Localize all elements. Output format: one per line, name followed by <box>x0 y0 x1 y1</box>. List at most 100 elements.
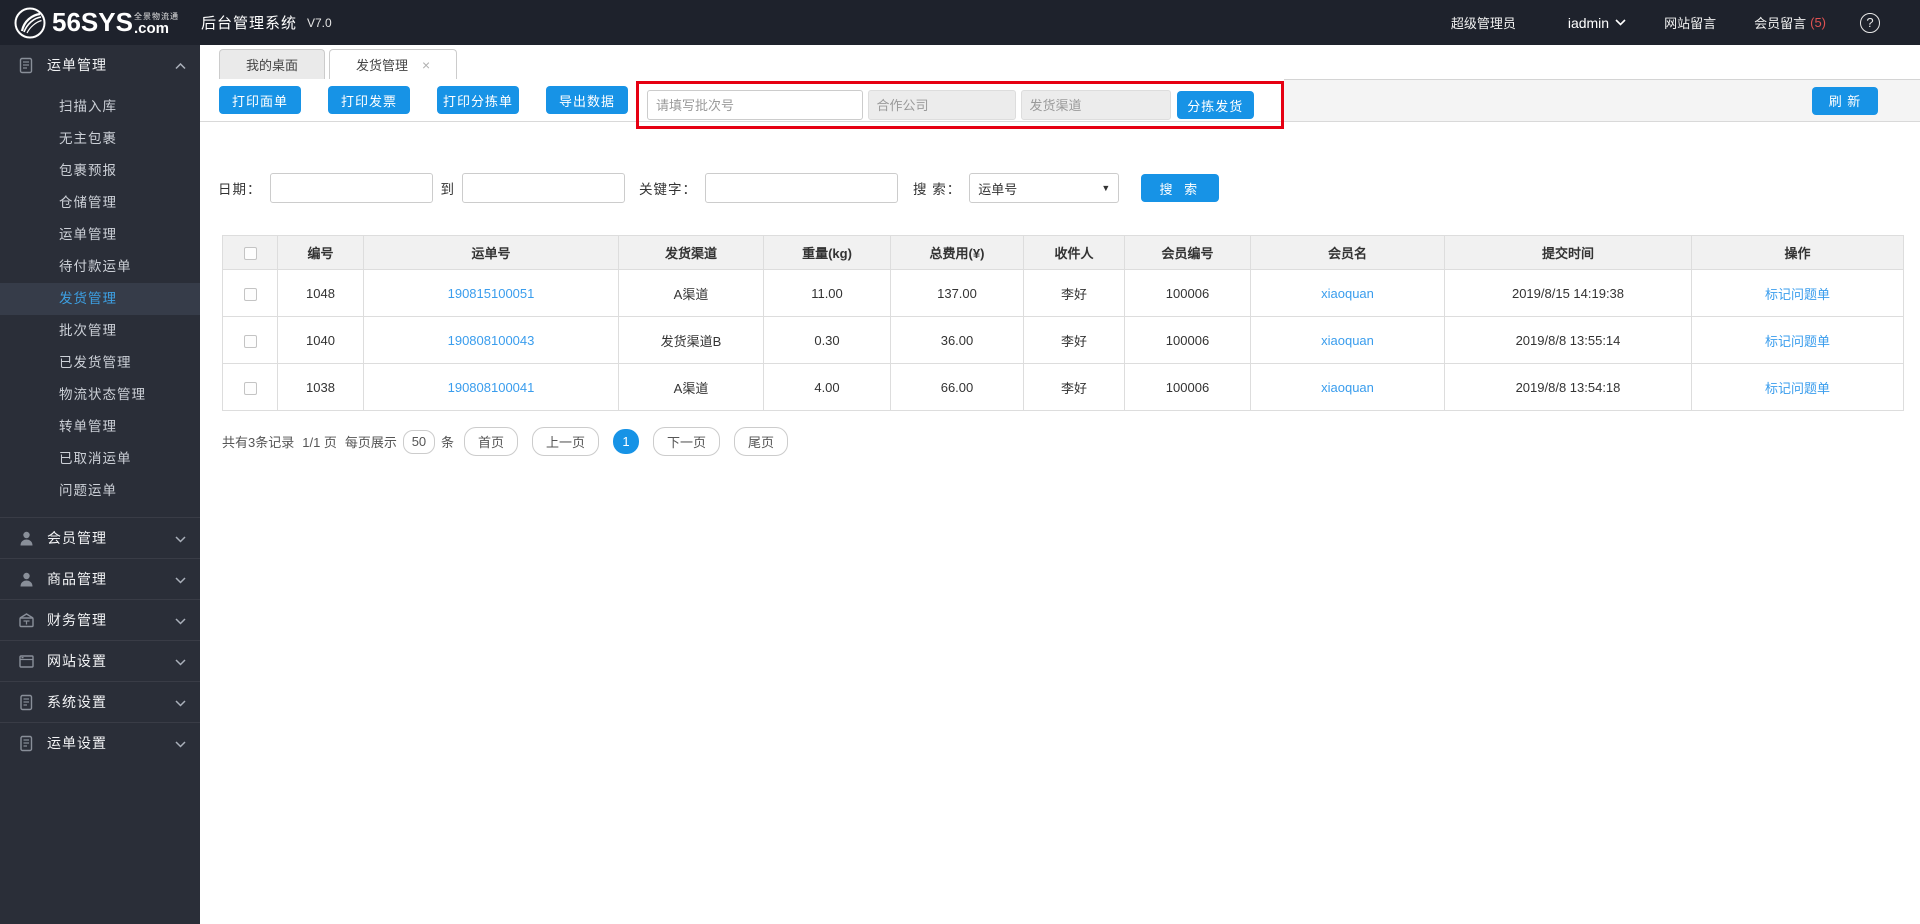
row-checkbox[interactable] <box>243 334 257 348</box>
sidebar-section-label: 运单设置 <box>47 735 107 751</box>
sidebar-section-1: 会员管理 <box>0 517 200 558</box>
sidebar-item-0-4[interactable]: 运单管理 <box>0 219 200 251</box>
next-page-button[interactable]: 下一页 <box>652 427 720 456</box>
sidebar-item-0-1[interactable]: 无主包裹 <box>0 123 200 155</box>
logo-text: 56SYS <box>52 7 133 37</box>
waybill-doc-icon <box>18 57 35 74</box>
sidebar-item-0-5[interactable]: 待付款运单 <box>0 251 200 283</box>
mark-problem-link[interactable]: 标记问题单 <box>1765 381 1830 396</box>
column-header-2: 发货渠道 <box>618 235 764 270</box>
toolbar-button-0[interactable]: 打印面单 <box>219 86 301 114</box>
search-type-select[interactable]: 运单号 ▼ <box>969 173 1120 203</box>
keyword-label: 关键字： <box>639 182 697 197</box>
sort-ship-button[interactable]: 分拣发货 <box>1176 91 1254 119</box>
table-row: 1040 190808100043 发货渠道B 0.30 36.00 李好 100006 xi… <box>222 316 1904 364</box>
column-header-6: 会员编号 <box>1124 235 1251 270</box>
row-checkbox[interactable] <box>243 287 257 301</box>
browser-icon <box>18 653 35 670</box>
doc-icon <box>18 735 35 752</box>
sidebar-section-header-1[interactable]: 会员管理 <box>0 518 200 558</box>
waybill-link[interactable]: 190808100041 <box>448 380 535 395</box>
current-page-button[interactable]: 1 <box>612 429 639 454</box>
partner-company-input[interactable] <box>867 90 1016 120</box>
filter-row: 日期： 到 关键字： 搜 索： 运单号 ▼ 搜 索 <box>218 173 1920 203</box>
per-page-unit: 条 <box>440 435 454 450</box>
sidebar-item-0-11[interactable]: 已取消运单 <box>0 443 200 475</box>
finance-icon <box>18 612 35 629</box>
logo-domain-suffix: .com <box>133 20 169 37</box>
sidebar-item-0-3[interactable]: 仓储管理 <box>0 187 200 219</box>
topbar-nav-item-0[interactable]: 网站留言 <box>1664 13 1716 32</box>
topbar-nav-item-1[interactable]: 会员留言 (5) <box>1754 13 1826 32</box>
doc-icon <box>18 694 35 711</box>
user-menu[interactable]: iadmin <box>1554 15 1626 31</box>
sidebar-section-label: 网站设置 <box>47 653 107 669</box>
tab-0[interactable]: 我的桌面 <box>219 49 326 79</box>
sidebar-section-label: 系统设置 <box>47 694 107 710</box>
sidebar-section-label: 运单管理 <box>47 57 107 73</box>
pagination-bar: 共有3条记录 1/1 页 每页展示 50 条 首页 上一页 1 下一页 尾页 <box>222 427 1920 456</box>
cell-member: xiaoquan <box>1250 316 1445 364</box>
sidebar-item-0-7[interactable]: 批次管理 <box>0 315 200 347</box>
toolbar-button-1[interactable]: 打印发票 <box>328 86 410 114</box>
help-icon[interactable]: ? <box>1860 12 1880 33</box>
date-to-input[interactable] <box>462 173 625 203</box>
date-from-input[interactable] <box>269 173 433 203</box>
toolbar-button-3[interactable]: 导出数据 <box>546 86 628 114</box>
top-header-bar: 56SYS 全景物流通 .com 后台管理系统 V7.0 超级管理员 iadmi… <box>0 0 1920 45</box>
cell-id: 1038 <box>277 363 364 411</box>
first-page-button[interactable]: 首页 <box>463 427 518 456</box>
select-all-checkbox[interactable] <box>243 247 257 261</box>
member-link[interactable]: xiaoquan <box>1321 380 1374 395</box>
sidebar-item-0-2[interactable]: 包裹预报 <box>0 155 200 187</box>
search-type-value: 运单号 <box>978 181 1018 197</box>
waybill-table: 编号 运单号 发货渠道 重量(kg) 总费用(¥) 收件人 会员编号 会员名 提交时间 操作 10… <box>222 235 1904 411</box>
page-info: 1/1 页 <box>302 435 337 450</box>
waybill-link[interactable]: 190815100051 <box>448 286 535 301</box>
sidebar-item-0-0[interactable]: 扫描入库 <box>0 91 200 123</box>
sidebar-section-header-0[interactable]: 运单管理 <box>0 45 200 85</box>
refresh-button[interactable]: 刷 新 <box>1812 86 1878 115</box>
sidebar-section-header-6[interactable]: 运单设置 <box>0 723 200 763</box>
row-checkbox[interactable] <box>243 381 257 395</box>
search-button[interactable]: 搜 索 <box>1141 174 1220 202</box>
sidebar-item-0-10[interactable]: 转单管理 <box>0 411 200 443</box>
per-page-input[interactable]: 50 <box>402 429 435 454</box>
main-area: 我的桌面 发货管理 × 打印面单打印发票打印分拣单导出数据 分拣发货 刷 新 <box>200 45 1920 924</box>
topbar-nav-label: 会员留言 <box>1754 16 1807 31</box>
date-to-label: 到 <box>440 182 455 197</box>
waybill-link[interactable]: 190808100043 <box>448 333 535 348</box>
shipping-channel-input[interactable] <box>1020 90 1171 120</box>
sidebar-section-header-4[interactable]: 网站设置 <box>0 641 200 681</box>
column-header-9: 操作 <box>1691 235 1904 270</box>
sidebar-section-2: 商品管理 <box>0 558 200 599</box>
prev-page-button[interactable]: 上一页 <box>531 427 599 456</box>
chevron-down-icon <box>1615 19 1626 26</box>
tab-1[interactable]: 发货管理 × <box>329 49 458 79</box>
tab-label: 我的桌面 <box>246 58 299 73</box>
select-arrow-icon: ▼ <box>1101 183 1111 193</box>
tab-close-icon[interactable]: × <box>422 57 430 73</box>
sidebar-section-header-5[interactable]: 系统设置 <box>0 682 200 722</box>
cell-member: xiaoquan <box>1250 269 1445 317</box>
sidebar-section-header-3[interactable]: 财务管理 <box>0 600 200 640</box>
sidebar-item-0-9[interactable]: 物流状态管理 <box>0 379 200 411</box>
sidebar-section-0: 运单管理 扫描入库 无主包裹 包裹预报 仓储管理 运单管理 待付款运单 发货管理 批次管理 已发货… <box>0 45 200 517</box>
mark-problem-link[interactable]: 标记问题单 <box>1765 287 1830 302</box>
sidebar-section-5: 系统设置 <box>0 681 200 722</box>
toolbar-button-2[interactable]: 打印分拣单 <box>437 86 519 114</box>
member-link[interactable]: xiaoquan <box>1321 333 1374 348</box>
mark-problem-link[interactable]: 标记问题单 <box>1765 334 1830 349</box>
member-link[interactable]: xiaoquan <box>1321 286 1374 301</box>
batch-number-input[interactable] <box>647 90 863 120</box>
sidebar-item-0-12[interactable]: 问题运单 <box>0 475 200 507</box>
table-row: 1048 190815100051 A渠道 11.00 137.00 李好 100006 xi… <box>222 269 1904 317</box>
username[interactable]: iadmin <box>1568 15 1609 31</box>
sidebar-section-header-2[interactable]: 商品管理 <box>0 559 200 599</box>
column-header-7: 会员名 <box>1250 235 1445 270</box>
sidebar-item-0-6[interactable]: 发货管理 <box>0 283 200 315</box>
topbar-nav-label: 网站留言 <box>1664 16 1717 31</box>
keyword-input[interactable] <box>705 173 898 203</box>
sidebar-item-0-8[interactable]: 已发货管理 <box>0 347 200 379</box>
last-page-button[interactable]: 尾页 <box>734 427 789 456</box>
